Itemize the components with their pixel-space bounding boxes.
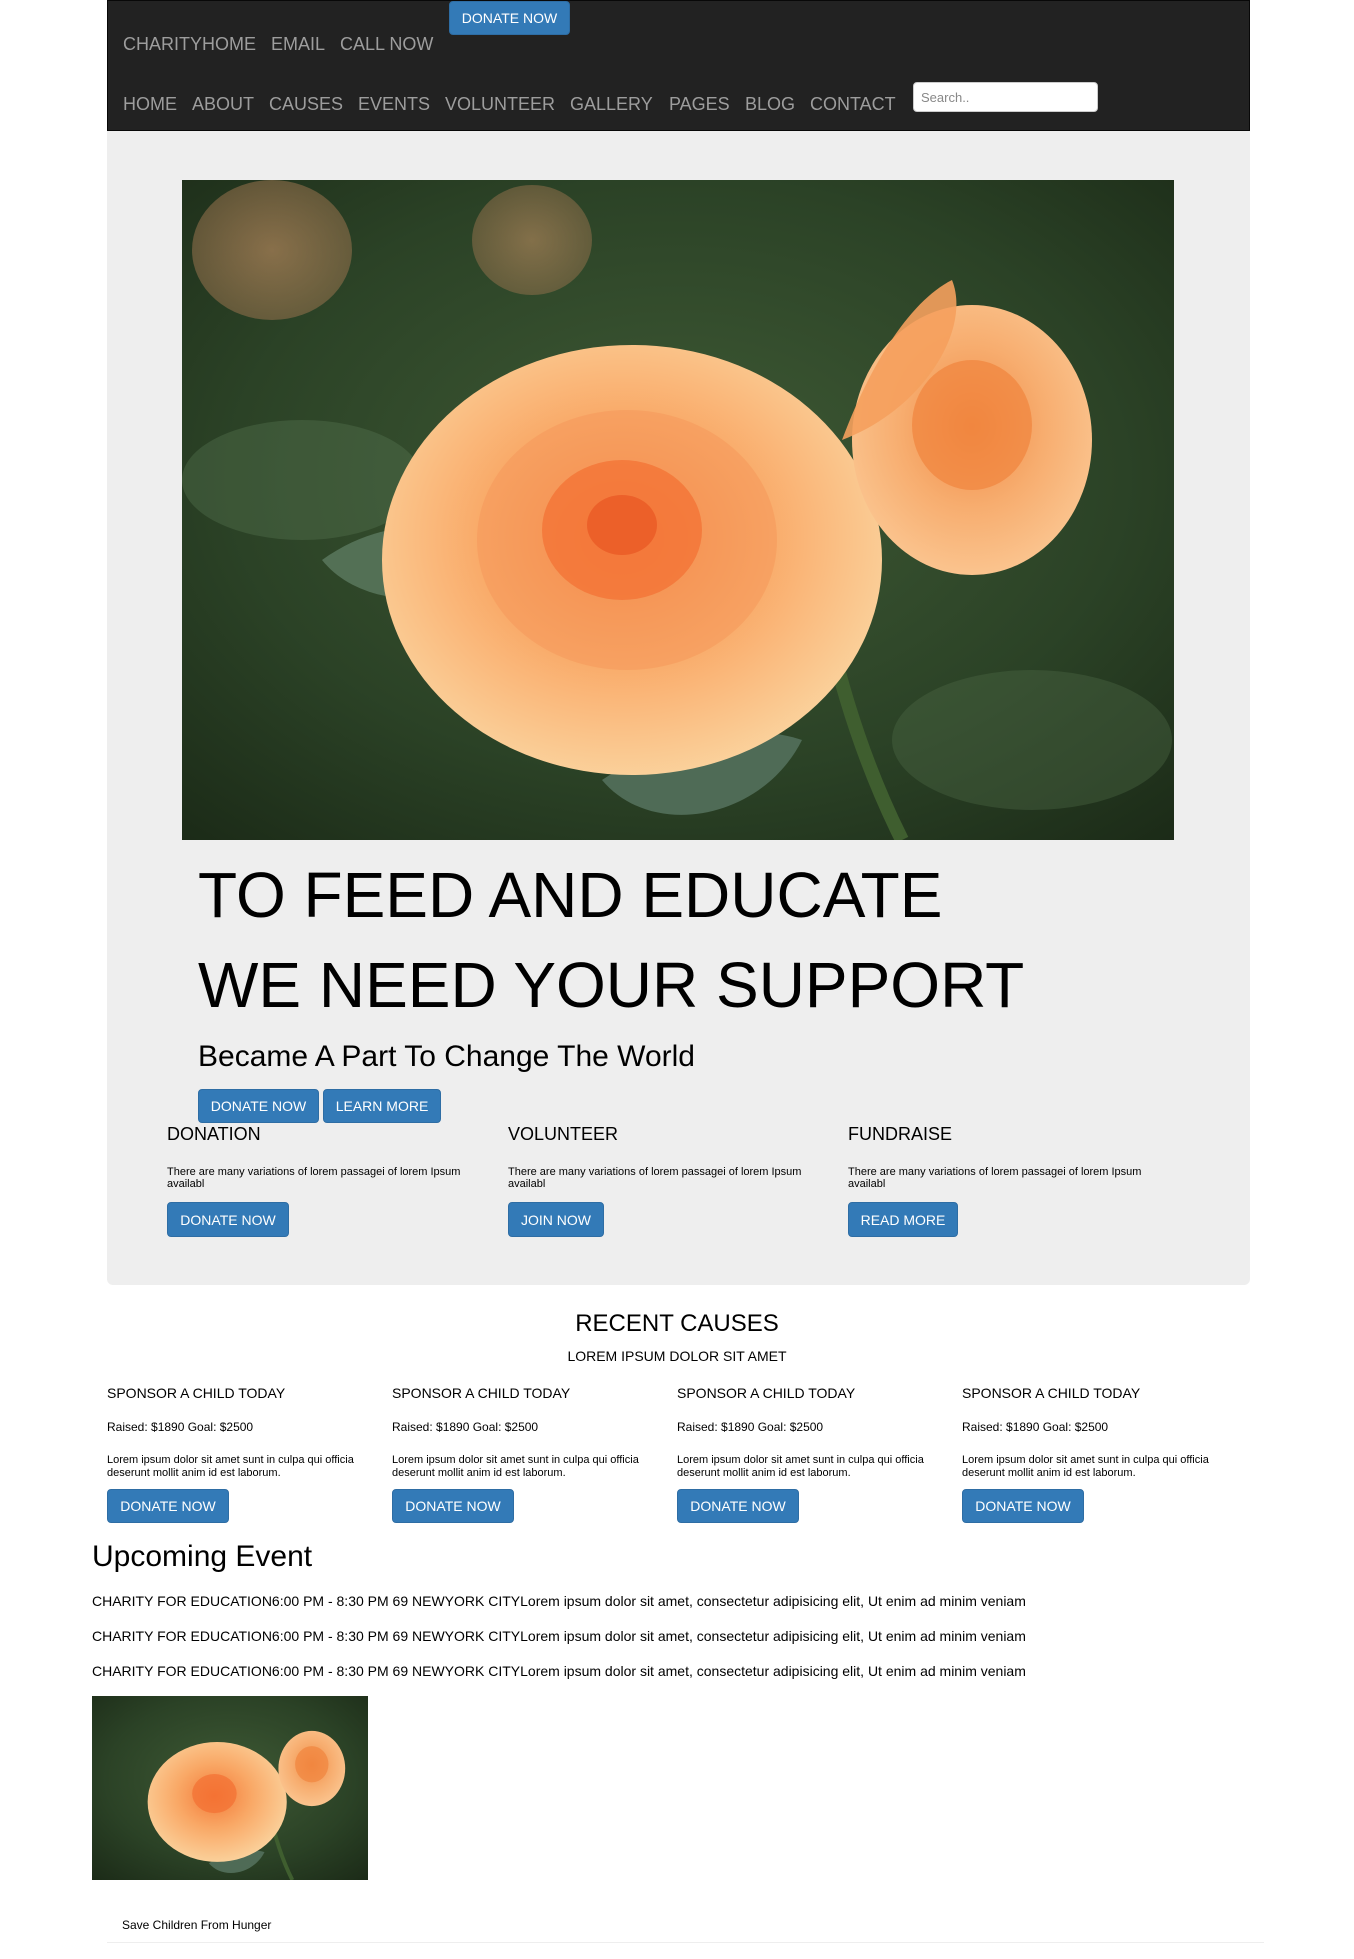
event-image bbox=[92, 1696, 368, 1880]
nav-pages[interactable]: PAGES bbox=[669, 94, 730, 115]
rose-photo-icon bbox=[92, 1696, 368, 1880]
event-item: CHARITY FOR EDUCATION6:00 PM - 8:30 PM 6… bbox=[92, 1593, 1026, 1609]
search-input[interactable] bbox=[913, 82, 1098, 112]
cause-donate-button[interactable]: DONATE NOW bbox=[962, 1489, 1084, 1523]
nav-gallery[interactable]: GALLERY bbox=[570, 94, 653, 115]
feature-donate-button[interactable]: DONATE NOW bbox=[167, 1202, 289, 1237]
feature-title-volunteer: VOLUNTEER bbox=[508, 1124, 619, 1144]
cause-donate-button[interactable]: DONATE NOW bbox=[677, 1489, 799, 1523]
rose-photo-icon bbox=[182, 180, 1174, 840]
nav-contact[interactable]: CONTACT bbox=[810, 94, 896, 115]
cause-raised: Raised: $1890 Goal: $2500 bbox=[392, 1420, 539, 1434]
hero-donate-button[interactable]: DONATE NOW bbox=[198, 1089, 319, 1123]
hero-subtitle: Became A Part To Change The World bbox=[198, 1040, 695, 1073]
nav-volunteer[interactable]: VOLUNTEER bbox=[445, 94, 555, 115]
feature-text-fundraise: There are many variations of lorem passa… bbox=[848, 1166, 1142, 1190]
hero-image bbox=[182, 180, 1174, 840]
event-item: CHARITY FOR EDUCATION6:00 PM - 8:30 PM 6… bbox=[92, 1663, 1026, 1679]
cause-donate-button[interactable]: DONATE NOW bbox=[107, 1489, 229, 1523]
cause-title: SPONSOR A CHILD TODAY bbox=[677, 1385, 856, 1401]
nav-blog[interactable]: BLOG bbox=[745, 94, 795, 115]
cause-title: SPONSOR A CHILD TODAY bbox=[107, 1385, 286, 1401]
call-now-link[interactable]: CALL NOW bbox=[340, 34, 433, 55]
feature-title-donation: DONATION bbox=[167, 1124, 261, 1144]
hero-heading-line1: TO FEED AND EDUCATE bbox=[198, 859, 943, 931]
cause-raised: Raised: $1890 Goal: $2500 bbox=[107, 1420, 254, 1434]
email-link[interactable]: EMAIL bbox=[271, 34, 325, 55]
cause-text: Lorem ipsum dolor sit amet sunt in culpa… bbox=[677, 1454, 924, 1479]
nav-home[interactable]: HOME bbox=[123, 94, 177, 115]
cause-title: SPONSOR A CHILD TODAY bbox=[962, 1385, 1141, 1401]
feature-text-donation: There are many variations of lorem passa… bbox=[167, 1166, 461, 1190]
upcoming-event-title: Upcoming Event bbox=[92, 1540, 313, 1573]
feature-title-fundraise: FUNDRAISE bbox=[848, 1124, 953, 1144]
join-now-button[interactable]: JOIN NOW bbox=[508, 1202, 604, 1237]
nav-causes[interactable]: CAUSES bbox=[269, 94, 343, 115]
cause-raised: Raised: $1890 Goal: $2500 bbox=[962, 1420, 1109, 1434]
caption-text: Save Children From Hunger bbox=[122, 1918, 272, 1932]
top-donate-button[interactable]: DONATE NOW bbox=[449, 1, 570, 35]
cause-text: Lorem ipsum dolor sit amet sunt in culpa… bbox=[392, 1454, 639, 1479]
nav-about[interactable]: ABOUT bbox=[192, 94, 254, 115]
nav-events[interactable]: EVENTS bbox=[358, 94, 430, 115]
event-item: CHARITY FOR EDUCATION6:00 PM - 8:30 PM 6… bbox=[92, 1628, 1026, 1644]
cause-raised: Raised: $1890 Goal: $2500 bbox=[677, 1420, 824, 1434]
footer-divider bbox=[107, 1942, 1264, 1943]
brand-link[interactable]: CHARITYHOME bbox=[123, 34, 256, 55]
read-more-button[interactable]: READ MORE bbox=[848, 1202, 958, 1237]
learn-more-button[interactable]: LEARN MORE bbox=[323, 1089, 441, 1123]
feature-text-volunteer: There are many variations of lorem passa… bbox=[508, 1166, 802, 1190]
hero-heading-line2: WE NEED YOUR SUPPORT bbox=[198, 949, 1025, 1021]
recent-causes-subtitle: LOREM IPSUM DOLOR SIT AMET bbox=[567, 1348, 787, 1364]
recent-causes-title: RECENT CAUSES bbox=[575, 1310, 779, 1337]
cause-text: Lorem ipsum dolor sit amet sunt in culpa… bbox=[962, 1454, 1209, 1479]
cause-title: SPONSOR A CHILD TODAY bbox=[392, 1385, 571, 1401]
cause-text: Lorem ipsum dolor sit amet sunt in culpa… bbox=[107, 1454, 354, 1479]
cause-donate-button[interactable]: DONATE NOW bbox=[392, 1489, 514, 1523]
